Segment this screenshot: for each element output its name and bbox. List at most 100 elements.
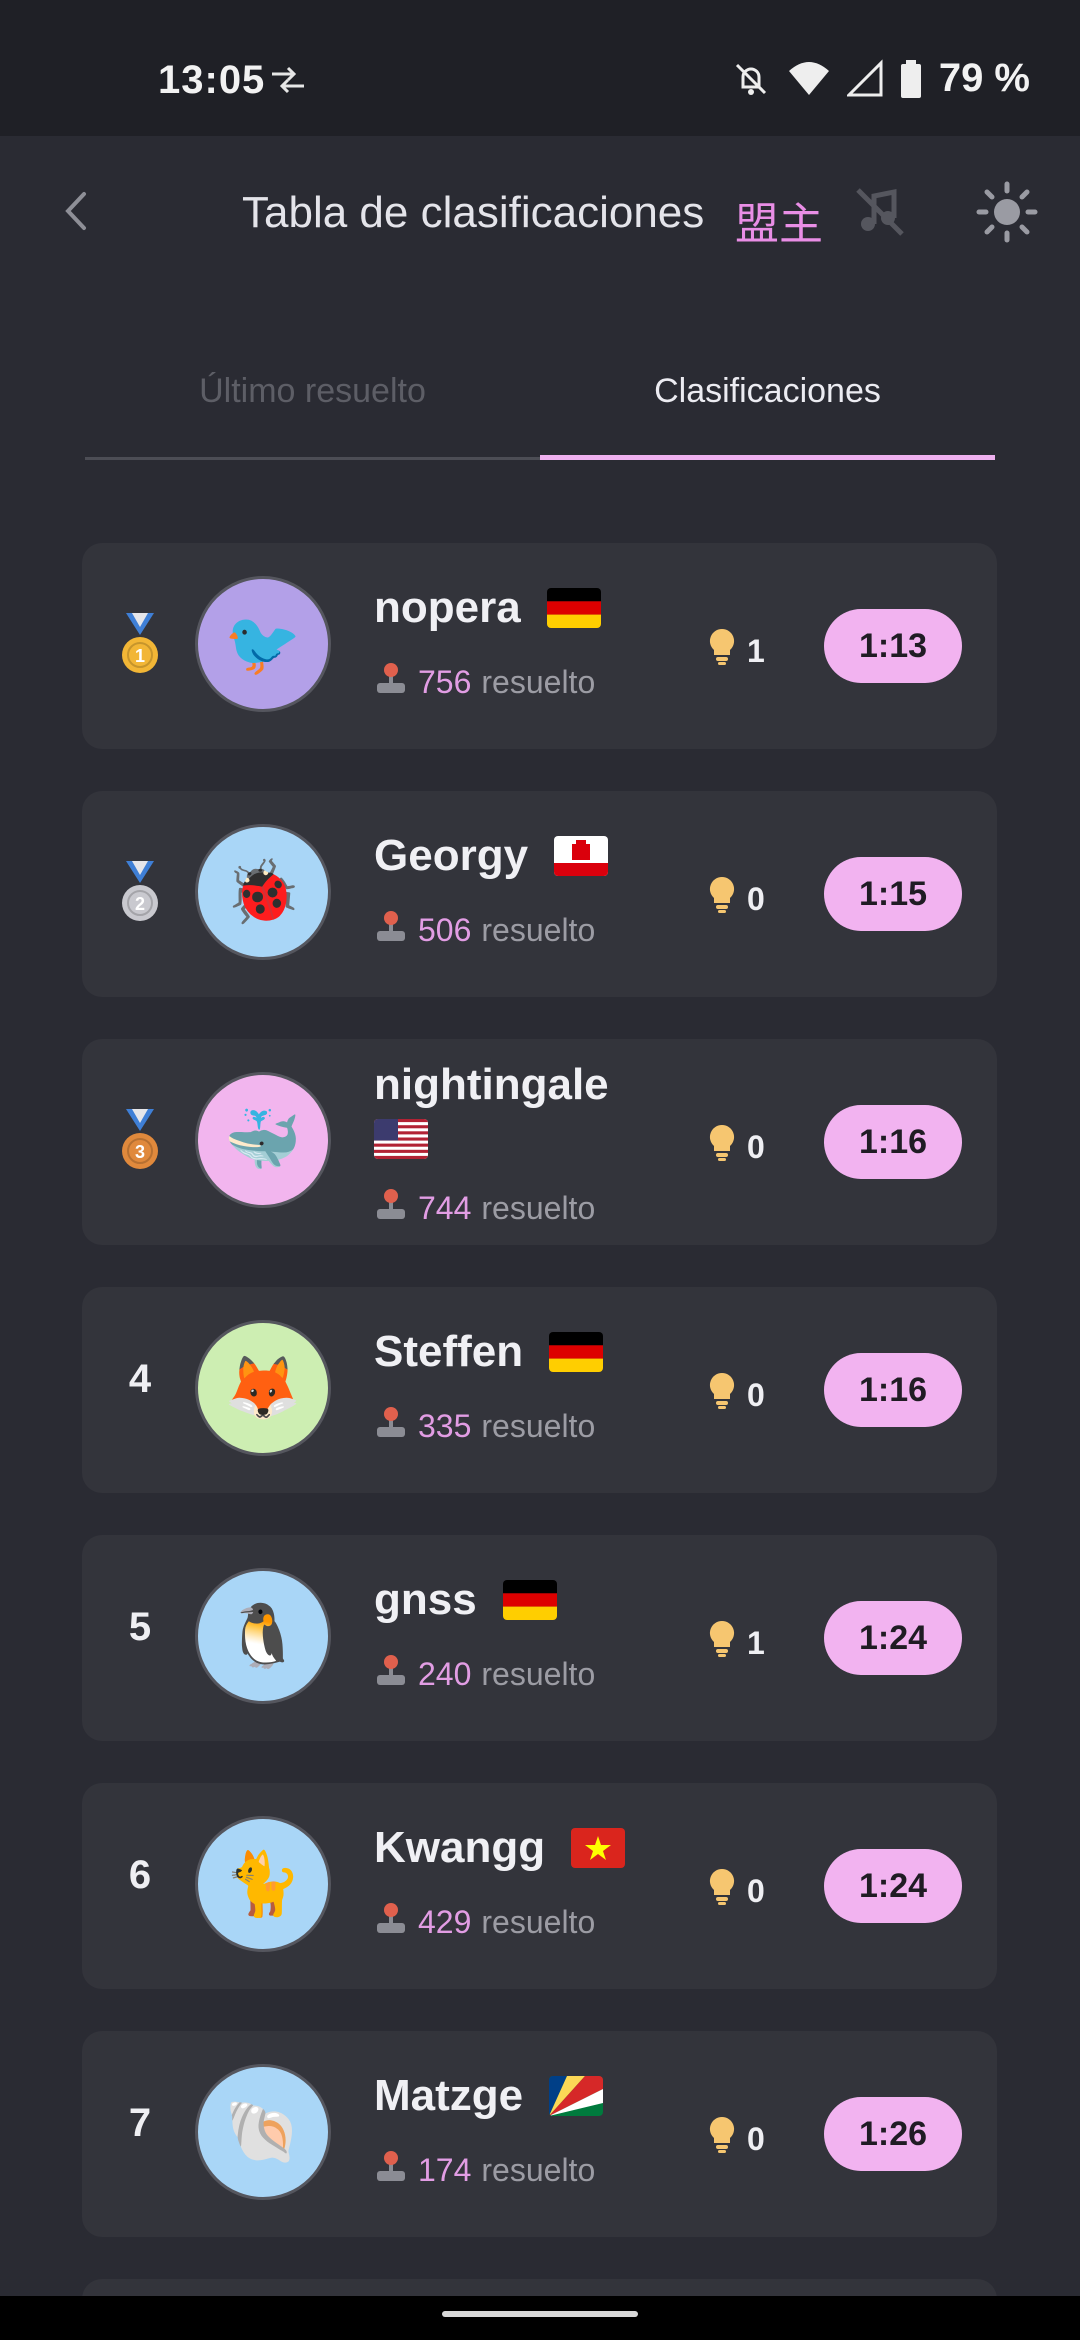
tab-rankings[interactable]: Clasificaciones xyxy=(540,360,995,458)
home-gesture-handle[interactable] xyxy=(442,2311,638,2317)
solved-count: 240 xyxy=(418,1655,472,1692)
leaderboard-row[interactable]: 7 🐚 Matzge 174 resuelto 0 1:26 xyxy=(82,2031,997,2237)
solve-time: 1:13 xyxy=(824,609,962,683)
leaderboard-row[interactable]: 1 🐦 nopera 756 resuelto 1 1:13 xyxy=(82,543,997,749)
avatar[interactable]: 🐦 xyxy=(195,576,331,712)
leaderboard-row[interactable]: 5 🐧 gnss 240 resuelto 1 1:24 xyxy=(82,1535,997,1741)
rank-number: 7 xyxy=(128,2101,152,2145)
hint-count: 1 xyxy=(747,632,765,669)
solved-count: 744 xyxy=(418,1189,472,1226)
status-time: 13:05 xyxy=(158,58,266,102)
country-flag-vn xyxy=(571,1828,626,1868)
player-name-block: nightingale xyxy=(374,1059,609,1163)
solved-stats: 744 resuelto xyxy=(374,1187,595,1229)
solved-stats: 335 resuelto xyxy=(374,1405,595,1447)
joystick-icon xyxy=(374,909,408,951)
joystick-icon xyxy=(374,2149,408,2191)
title-badge: 盟主 xyxy=(735,200,823,249)
navigation-bar xyxy=(0,2296,1080,2340)
hints-used: 0 xyxy=(707,1867,765,1915)
player-name: Matzge xyxy=(374,2071,524,2120)
lightbulb-icon xyxy=(707,1867,737,1915)
lightbulb-icon xyxy=(707,1371,737,1419)
solved-count: 174 xyxy=(418,2151,472,2188)
solved-label: resuelto xyxy=(481,1655,596,1692)
status-bar: 13:05 79 % xyxy=(0,0,1080,136)
avatar[interactable]: 🐞 xyxy=(195,824,331,960)
leaderboard-row[interactable]: 3 🐳 nightingale 744 resuelto 0 1:16 xyxy=(82,1039,997,1245)
tab-last-solved[interactable]: Último resuelto xyxy=(85,360,540,458)
joystick-icon xyxy=(374,1405,408,1447)
country-flag-sc xyxy=(549,2076,604,2116)
avatar[interactable]: 🐧 xyxy=(195,1568,331,1704)
svg-text:1: 1 xyxy=(135,646,145,666)
medal-gold-icon: 1 xyxy=(118,613,162,684)
solved-count: 506 xyxy=(418,911,472,948)
svg-text:2: 2 xyxy=(135,894,145,914)
country-flag-us xyxy=(374,1119,428,1160)
player-name: Steffen xyxy=(374,1327,524,1376)
joystick-icon xyxy=(374,1653,408,1695)
player-name: Georgy xyxy=(374,831,529,880)
hints-used: 1 xyxy=(707,1619,765,1667)
battery-icon xyxy=(900,59,921,98)
solved-label: resuelto xyxy=(481,663,596,700)
solve-time: 1:16 xyxy=(824,1105,962,1179)
back-arrow-icon[interactable] xyxy=(56,186,96,236)
solve-time: 1:15 xyxy=(824,857,962,931)
hint-count: 0 xyxy=(747,1376,765,1413)
player-name: gnss xyxy=(374,1575,477,1624)
player-name: nopera xyxy=(374,583,521,632)
rank-number: 6 xyxy=(128,1853,152,1897)
rank-number: 5 xyxy=(128,1605,152,1649)
player-name-block: Georgy xyxy=(374,831,609,881)
country-flag-de xyxy=(546,588,601,628)
music-off-icon[interactable] xyxy=(852,184,908,240)
page-title: Tabla de clasificaciones xyxy=(242,188,705,237)
sun-icon[interactable] xyxy=(975,180,1039,244)
signal-icon xyxy=(846,58,883,96)
country-flag-de xyxy=(502,1580,557,1620)
medal-silver-icon: 2 xyxy=(118,861,162,932)
solved-label: resuelto xyxy=(481,1903,596,1940)
solved-count: 756 xyxy=(418,663,472,700)
joystick-icon xyxy=(374,1187,408,1229)
leaderboard-row[interactable]: 6 🐈 Kwangg 429 resuelto 0 1:24 xyxy=(82,1783,997,1989)
joystick-icon xyxy=(374,1901,408,1943)
hints-used: 0 xyxy=(707,875,765,923)
hints-used: 1 xyxy=(707,627,765,675)
wifi-icon xyxy=(788,61,829,95)
solved-count: 429 xyxy=(418,1903,472,1940)
battery-percent: 79 % xyxy=(938,56,1030,100)
solve-time: 1:24 xyxy=(824,1849,962,1923)
player-name-block: gnss xyxy=(374,1575,557,1625)
solved-stats: 174 resuelto xyxy=(374,2149,595,2191)
solved-label: resuelto xyxy=(481,2151,596,2188)
hint-count: 0 xyxy=(747,1128,765,1165)
player-name-block: Kwangg xyxy=(374,1823,626,1873)
tab-bar: Último resuelto Clasificaciones xyxy=(85,360,995,460)
avatar[interactable]: 🦊 xyxy=(195,1320,331,1456)
rank-number: 4 xyxy=(128,1357,152,1401)
leaderboard-row[interactable]: 2 🐞 Georgy 506 resuelto 0 1:15 xyxy=(82,791,997,997)
joystick-icon xyxy=(374,661,408,703)
country-flag-de xyxy=(549,1332,604,1372)
solved-stats: 429 resuelto xyxy=(374,1901,595,1943)
solve-time: 1:26 xyxy=(824,2097,962,2171)
solved-stats: 240 resuelto xyxy=(374,1653,595,1695)
leaderboard-row[interactable]: 4 🦊 Steffen 335 resuelto 0 1:16 xyxy=(82,1287,997,1493)
solved-label: resuelto xyxy=(481,911,596,948)
lightbulb-icon xyxy=(707,627,737,675)
avatar[interactable]: 🐳 xyxy=(195,1072,331,1208)
solved-count: 335 xyxy=(418,1407,472,1444)
avatar[interactable]: 🐚 xyxy=(195,2064,331,2200)
lightbulb-icon xyxy=(707,1123,737,1171)
hint-count: 0 xyxy=(747,1872,765,1909)
player-name-block: nopera xyxy=(374,583,601,633)
avatar[interactable]: 🐈 xyxy=(195,1816,331,1952)
player-name-block: Matzge xyxy=(374,2071,604,2121)
hint-count: 1 xyxy=(747,1624,765,1661)
notifications-off-icon xyxy=(735,63,766,95)
solved-label: resuelto xyxy=(481,1407,596,1444)
hints-used: 0 xyxy=(707,1371,765,1419)
